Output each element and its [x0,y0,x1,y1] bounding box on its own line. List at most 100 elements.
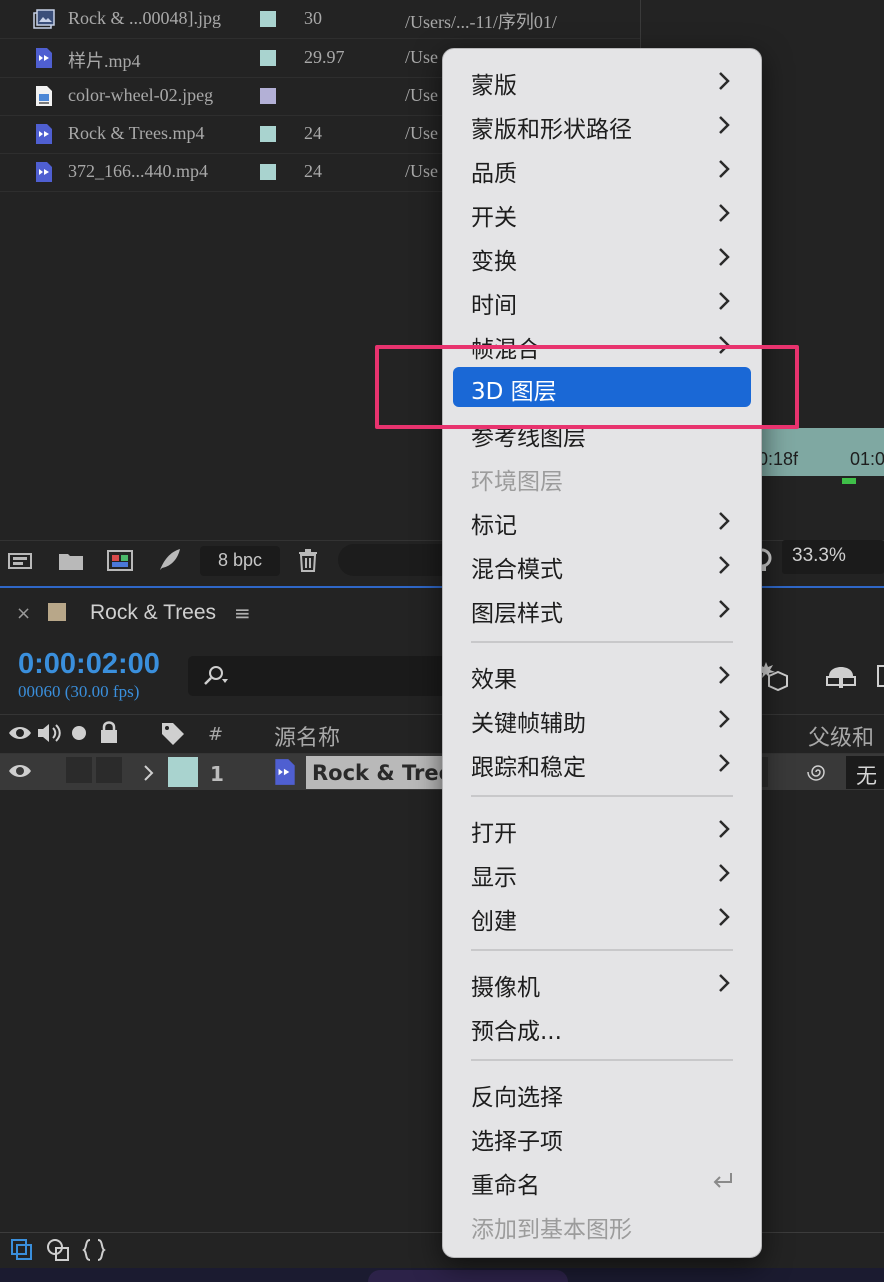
menu-item-time[interactable]: 时间 [453,281,751,321]
frame-rate: 29.97 [304,47,345,67]
chevron-right-icon [719,666,730,684]
label-color-swatch[interactable] [260,126,276,142]
menu-item-camera[interactable]: 摄像机 [453,963,751,1003]
layer-visibility-icon[interactable] [8,762,32,780]
menu-item-pre-compose[interactable]: 预合成... [453,1007,751,1047]
file-path: /Users/...-11/序列01/ [405,12,557,32]
menu-item-open[interactable]: 打开 [453,809,751,849]
frame-rate: 24 [304,123,322,143]
chevron-right-icon [719,908,730,926]
menu-separator [471,795,733,797]
file-name: Rock & ...00048].jpg [68,8,221,28]
file-path: /Use [405,85,438,105]
zoom-value: 33.3% [792,545,846,566]
layer-index: 1 [210,762,224,786]
trash-icon[interactable] [294,546,322,574]
menu-item-select-children[interactable]: 选择子项 [453,1117,751,1157]
current-time-display[interactable]: 0:00:02:00 [18,648,160,681]
chevron-right-icon [719,974,730,992]
panel-menu-icon[interactable]: ≡ [234,601,251,625]
menu-separator [471,949,733,951]
lock-icon[interactable] [99,720,119,744]
menu-item-mask-and-shape-path[interactable]: 蒙版和形状路径 [453,105,751,145]
label-color-swatch[interactable] [260,11,276,27]
label-color-swatch[interactable] [260,164,276,180]
label-color-swatch[interactable] [260,88,276,104]
video-file-icon [275,759,295,785]
menu-item-invert-selection[interactable]: 反向选择 [453,1073,751,1113]
frame-count-display: 00060 (30.00 fps) [18,682,140,701]
file-name: color-wheel-02.jpeg [68,85,214,105]
speaker-icon[interactable] [36,722,62,744]
file-name: Rock & Trees.mp4 [68,123,205,143]
chevron-right-icon [719,292,730,310]
chevron-right-icon [719,116,730,134]
project-settings-icon[interactable] [156,546,184,574]
menu-item-blending-mode[interactable]: 混合模式 [453,545,751,585]
transfer-controls-icon[interactable] [46,1238,70,1262]
menu-separator [471,641,733,643]
chevron-right-icon [719,754,730,772]
composition-color-swatch [48,603,66,621]
chevron-right-icon [719,204,730,222]
frame-rate: 24 [304,161,322,181]
close-tab-button[interactable]: × [16,603,31,624]
ruler-time-label: 0:18f [758,449,799,469]
label-color-swatch[interactable] [260,50,276,66]
graph-editor-icon[interactable] [824,658,858,692]
menu-item-transform[interactable]: 变换 [453,237,751,277]
annotation-highlight-box [375,345,799,429]
ruler-time-label: 01:0 [850,449,884,469]
label-tag-icon[interactable] [160,721,186,745]
layer-label-swatch[interactable] [168,757,198,787]
frame-rate: 30 [304,8,322,28]
video-file-icon [36,162,52,182]
bit-depth-label: 8 bpc [218,550,263,570]
dock-glow [368,1270,568,1282]
eye-icon[interactable] [8,724,32,742]
column-index-header: # [208,724,224,745]
file-path: /Use [405,47,438,67]
layer-switches-icon[interactable] [10,1238,34,1262]
in-out-icon[interactable] [82,1238,106,1262]
menu-separator [471,1059,733,1061]
layer-solo-toggle[interactable] [66,757,92,783]
parent-value: 无 [856,764,877,788]
project-item-row[interactable]: Rock & ...00048].jpg 30 /Users/...-11/序列… [0,0,640,39]
new-composition-icon[interactable] [106,546,134,574]
layer-lock-toggle[interactable] [96,757,122,783]
menu-item-quality[interactable]: 品质 [453,149,751,189]
menu-item-reveal[interactable]: 显示 [453,853,751,893]
menu-item-environment-layer: 环境图层 [471,469,563,495]
menu-item-rename[interactable]: 重命名 [453,1161,751,1201]
chevron-right-icon [719,600,730,618]
thumbnail-slider[interactable] [338,544,458,576]
work-area-marker [842,478,856,484]
menu-item-switches[interactable]: 开关 [453,193,751,233]
video-file-icon [36,48,52,68]
menu-item-layer-styles[interactable]: 图层样式 [453,589,751,629]
menu-item-track-and-stabilize[interactable]: 跟踪和稳定 [453,743,751,783]
chevron-right-icon [719,710,730,728]
composition-tab-title[interactable]: Rock & Trees [90,601,216,625]
menu-item-keyframe-assistant[interactable]: 关键帧辅助 [453,699,751,739]
solo-icon[interactable] [71,725,87,741]
expand-chevron-icon[interactable] [142,764,154,782]
column-source-name-header[interactable]: 源名称 [274,720,340,752]
chevron-right-icon [719,160,730,178]
return-icon [713,1173,732,1188]
pick-whip-icon[interactable] [806,760,830,784]
menu-item-create[interactable]: 创建 [453,897,751,937]
menu-item-effect[interactable]: 效果 [453,655,751,695]
menu-item-markers[interactable]: 标记 [453,501,751,541]
new-folder-icon[interactable] [57,546,85,574]
interpret-footage-icon[interactable] [6,546,34,574]
chevron-right-icon [719,512,730,530]
chevron-right-icon [719,864,730,882]
file-name: 样片.mp4 [68,51,141,71]
chevron-right-icon [719,248,730,266]
menu-item-mask[interactable]: 蒙版 [453,61,751,101]
panel-overflow-icon[interactable] [874,658,884,692]
file-name: 372_166...440.mp4 [68,161,209,181]
chevron-right-icon [719,820,730,838]
